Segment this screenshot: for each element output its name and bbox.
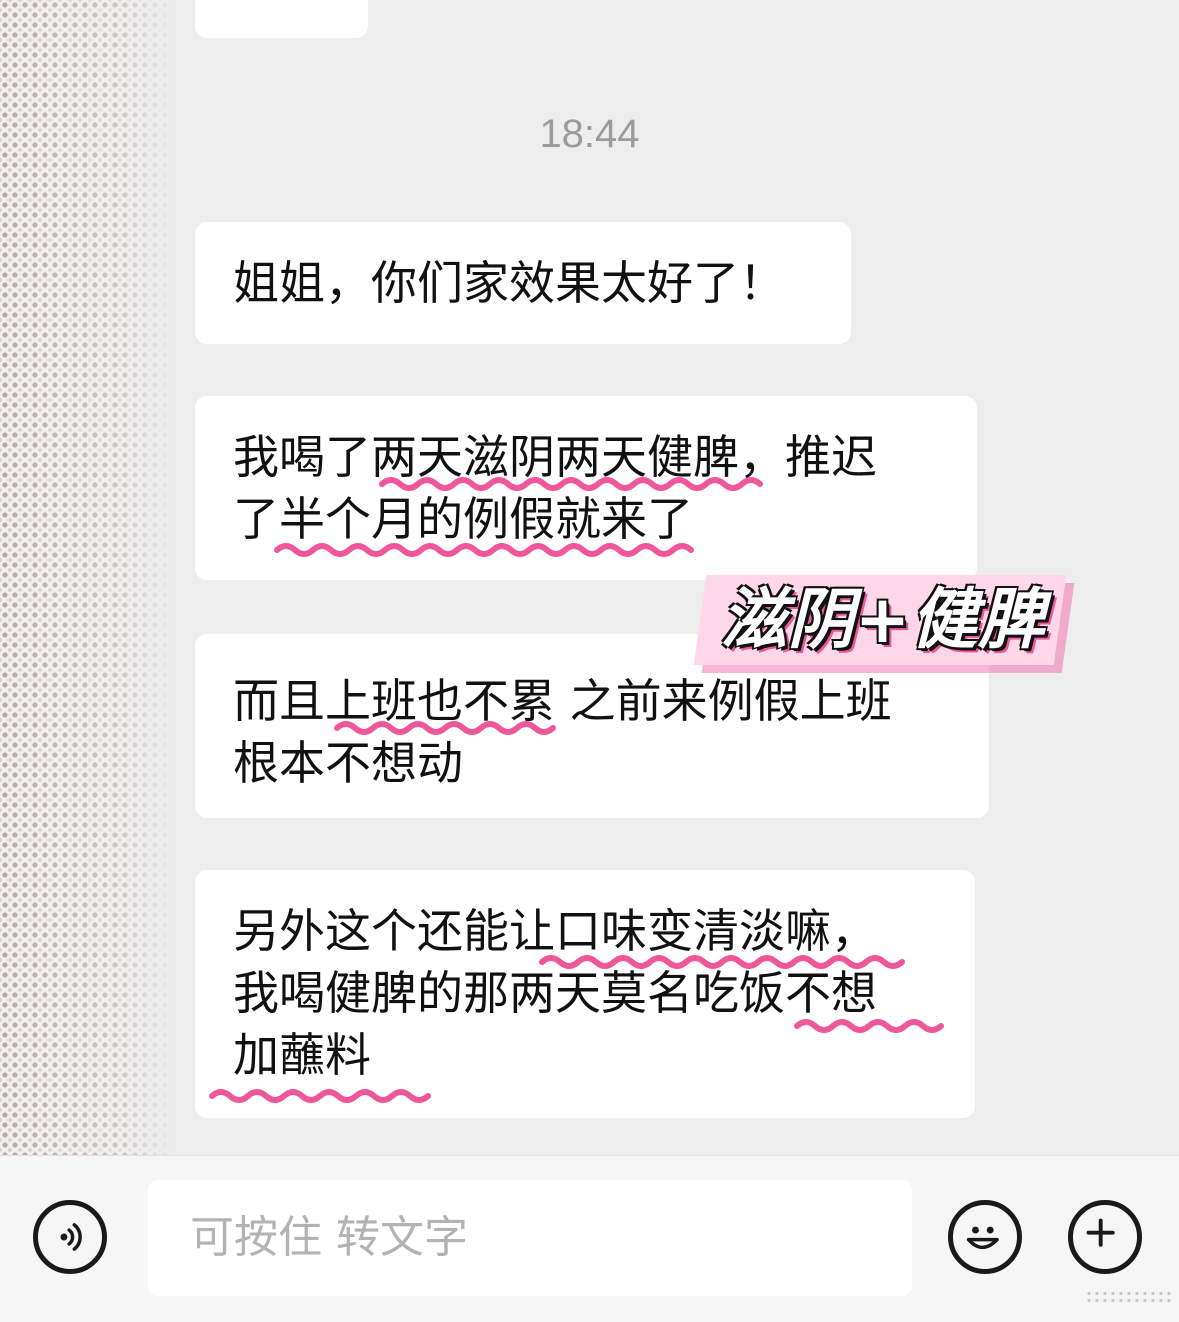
hold-to-talk-field[interactable]: 可按住 转文字 bbox=[148, 1180, 912, 1296]
message-bubble-1[interactable]: 姐姐，你们家效果太好了！ bbox=[195, 222, 851, 344]
wavy-underline bbox=[209, 1089, 431, 1103]
chat-timestamp: 18:44 bbox=[539, 112, 640, 156]
emoji-icon[interactable] bbox=[948, 1200, 1022, 1274]
previous-message-bubble[interactable] bbox=[195, 0, 368, 38]
plus-icon[interactable] bbox=[1068, 1200, 1142, 1274]
message-bubble-4[interactable]: 另外这个还能让口味变清淡嘛， 我喝健脾的那两天莫名吃饭不想 加蘸料 bbox=[195, 870, 975, 1118]
sticker-label: 滋阴+健脾 bbox=[720, 581, 1046, 658]
wavy-underline bbox=[274, 543, 694, 557]
watermark-dots bbox=[1085, 1290, 1175, 1304]
wavy-underline bbox=[379, 477, 763, 491]
voice-icon[interactable] bbox=[33, 1200, 107, 1274]
wavy-underline bbox=[539, 955, 905, 969]
pixelated-avatar-column bbox=[0, 0, 175, 1160]
wavy-underline bbox=[334, 721, 556, 735]
message-text: 姐姐，你们家效果太好了！ bbox=[233, 256, 785, 310]
message-text: 根本不想动 bbox=[233, 736, 463, 790]
wavy-underline bbox=[794, 1019, 944, 1033]
